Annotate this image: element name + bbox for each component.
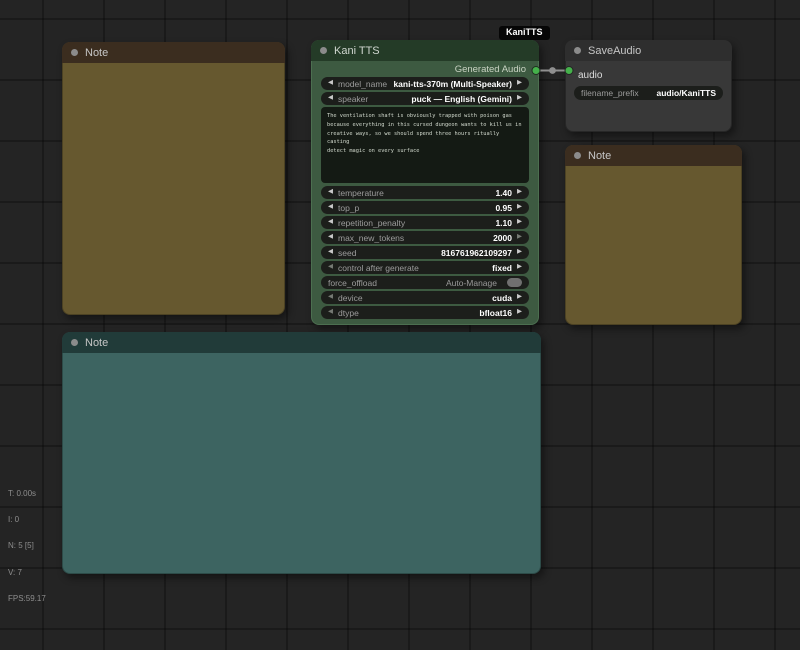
increment-arrow-icon[interactable]: ▶ xyxy=(517,264,522,271)
decrement-arrow-icon[interactable]: ◀ xyxy=(328,294,333,301)
kani-tts-node-header[interactable]: Kani TTS xyxy=(311,40,539,61)
widget-value[interactable]: cuda xyxy=(492,293,512,303)
widget-label: seed xyxy=(338,248,356,258)
decrement-arrow-icon[interactable]: ◀ xyxy=(328,219,333,226)
stat-nodes: N: 5 [5] xyxy=(8,542,46,551)
stat-fps: FPS:59.17 xyxy=(8,595,46,604)
note-node-header[interactable]: Note xyxy=(62,42,285,63)
increment-arrow-icon[interactable]: ▶ xyxy=(517,80,522,87)
toggle-knob-icon[interactable] xyxy=(507,278,522,287)
decrement-arrow-icon[interactable]: ◀ xyxy=(328,204,333,211)
node-title: Note xyxy=(85,337,108,349)
note-node-top-left[interactable]: Note xyxy=(62,42,285,315)
input-slot-label: audio xyxy=(578,70,602,81)
collapse-dot-icon[interactable] xyxy=(71,49,78,56)
collapse-dot-icon[interactable] xyxy=(320,47,327,54)
performance-stats: T: 0.00s I: 0 N: 5 [5] V: 7 FPS:59.17 xyxy=(8,472,46,622)
increment-arrow-icon[interactable]: ▶ xyxy=(517,294,522,301)
widget-force-offload-toggle[interactable]: force_offload Auto-Manage xyxy=(321,276,529,289)
save-audio-node[interactable]: SaveAudio audio filename_prefix audio/Ka… xyxy=(565,40,732,132)
stat-time: T: 0.00s xyxy=(8,490,46,499)
increment-arrow-icon[interactable]: ▶ xyxy=(517,249,522,256)
stat-iterations: I: 0 xyxy=(8,516,46,525)
widget-value[interactable]: 0.95 xyxy=(495,203,512,213)
widget-label: top_p xyxy=(338,203,359,213)
widget-repetition-penalty[interactable]: ◀ repetition_penalty 1.10 ▶ xyxy=(321,216,529,229)
widget-label: force_offload xyxy=(328,278,377,288)
decrement-arrow-icon[interactable]: ◀ xyxy=(328,264,333,271)
widget-label: temperature xyxy=(338,188,384,198)
stat-version: V: 7 xyxy=(8,569,46,578)
widget-top-p[interactable]: ◀ top_p 0.95 ▶ xyxy=(321,201,529,214)
decrement-arrow-icon[interactable]: ◀ xyxy=(328,80,333,87)
increment-arrow-icon[interactable]: ▶ xyxy=(517,234,522,241)
increment-arrow-icon[interactable]: ▶ xyxy=(517,219,522,226)
widget-max-new-tokens[interactable]: ◀ max_new_tokens 2000 ▶ xyxy=(321,231,529,244)
node-title: Kani TTS xyxy=(334,45,380,57)
widget-label: max_new_tokens xyxy=(338,233,404,243)
collapse-dot-icon[interactable] xyxy=(574,47,581,54)
decrement-arrow-icon[interactable]: ◀ xyxy=(328,249,333,256)
decrement-arrow-icon[interactable]: ◀ xyxy=(328,234,333,241)
collapse-dot-icon[interactable] xyxy=(71,339,78,346)
save-audio-node-header[interactable]: SaveAudio xyxy=(565,40,732,61)
decrement-arrow-icon[interactable]: ◀ xyxy=(328,189,333,196)
widget-value[interactable]: Auto-Manage xyxy=(446,278,497,288)
decrement-arrow-icon[interactable]: ◀ xyxy=(328,309,333,316)
widget-device[interactable]: ◀ device cuda ▶ xyxy=(321,291,529,304)
widget-value[interactable]: 1.40 xyxy=(495,188,512,198)
widget-label: device xyxy=(338,293,363,303)
link-midpoint-dot[interactable] xyxy=(549,67,556,74)
widget-value[interactable]: 1.10 xyxy=(495,218,512,228)
widget-value[interactable]: audio/KaniTTS xyxy=(657,88,717,98)
widget-filename-prefix[interactable]: filename_prefix audio/KaniTTS xyxy=(574,86,723,100)
widget-value[interactable]: kani-tts-370m (Multi-Speaker) xyxy=(393,79,512,89)
widget-label: speaker xyxy=(338,94,368,104)
output-slot-label: Generated Audio xyxy=(455,64,526,75)
kani-tts-node[interactable]: Kani TTS Generated Audio ◀ model_name ka… xyxy=(311,40,539,325)
node-title: SaveAudio xyxy=(588,45,641,57)
collapse-dot-icon[interactable] xyxy=(574,152,581,159)
widget-value[interactable]: 816761962109297 xyxy=(441,248,512,258)
increment-arrow-icon[interactable]: ▶ xyxy=(517,204,522,211)
widget-label: model_name xyxy=(338,79,387,89)
note-node-header[interactable]: Note xyxy=(62,332,541,353)
widget-label: repetition_penalty xyxy=(338,218,405,228)
workflow-title-badge[interactable]: KaniTTS xyxy=(499,26,550,40)
note-node-bottom[interactable]: Note xyxy=(62,332,541,574)
widget-value[interactable]: bfloat16 xyxy=(479,308,512,318)
increment-arrow-icon[interactable]: ▶ xyxy=(517,95,522,102)
widget-label: control after generate xyxy=(338,263,419,273)
widget-dtype[interactable]: ◀ dtype bfloat16 ▶ xyxy=(321,306,529,319)
widget-label: filename_prefix xyxy=(581,88,639,98)
widget-speaker[interactable]: ◀ speaker puck — English (Gemini) ▶ xyxy=(321,92,529,105)
widget-model-name[interactable]: ◀ model_name kani-tts-370m (Multi-Speake… xyxy=(321,77,529,90)
output-slot-row: Generated Audio xyxy=(312,62,538,77)
increment-arrow-icon[interactable]: ▶ xyxy=(517,309,522,316)
note-node-right[interactable]: Note xyxy=(565,145,742,325)
widget-value[interactable]: fixed xyxy=(492,263,512,273)
node-title: Note xyxy=(588,150,611,162)
increment-arrow-icon[interactable]: ▶ xyxy=(517,189,522,196)
prompt-textarea[interactable]: The ventilation shaft is obviously trapp… xyxy=(321,107,529,183)
node-title: Note xyxy=(85,47,108,59)
decrement-arrow-icon[interactable]: ◀ xyxy=(328,95,333,102)
widget-label: dtype xyxy=(338,308,359,318)
widget-seed[interactable]: ◀ seed 816761962109297 ▶ xyxy=(321,246,529,259)
widget-temperature[interactable]: ◀ temperature 1.40 ▶ xyxy=(321,186,529,199)
widget-value[interactable]: puck — English (Gemini) xyxy=(411,94,512,104)
note-node-header[interactable]: Note xyxy=(565,145,742,166)
widget-control-after-generate[interactable]: ◀ control after generate fixed ▶ xyxy=(321,261,529,274)
input-slot-row: audio xyxy=(566,67,731,83)
widget-value[interactable]: 2000 xyxy=(493,233,512,243)
node-editor-canvas[interactable]: Note Kani TTS Generated Audio ◀ model_na… xyxy=(0,0,800,650)
